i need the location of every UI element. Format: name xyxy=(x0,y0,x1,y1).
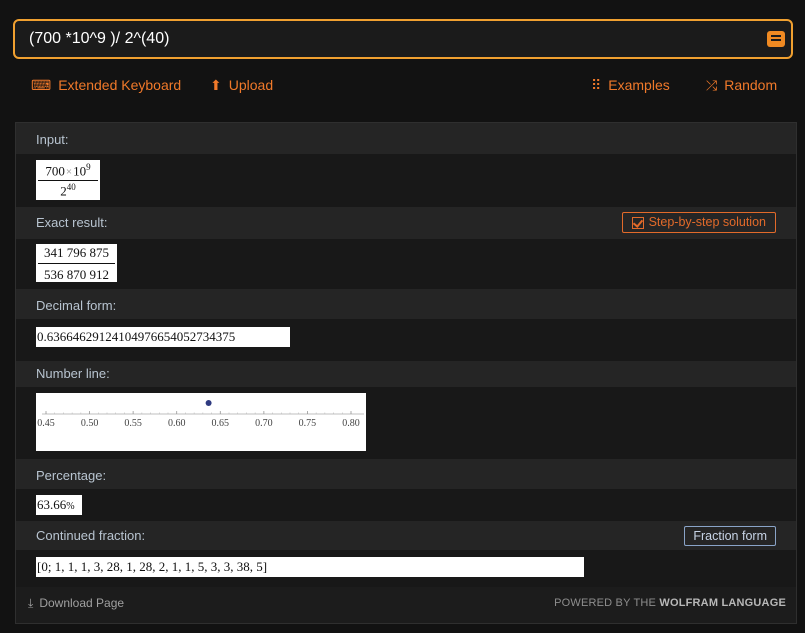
step-by-step-label: Step-by-step solution xyxy=(648,215,766,229)
input-numerator-base: 700 xyxy=(45,163,65,179)
percentage-pod: 63.66% xyxy=(16,489,796,521)
powered-prefix: POWERED BY THE xyxy=(554,597,657,609)
input-exponent: 9 xyxy=(86,162,91,172)
input-pod-title: Input: xyxy=(16,123,796,154)
input-expression: 700×109 240 xyxy=(36,160,100,200)
number-line-tick-label: 0.75 xyxy=(299,418,317,429)
percent-sign: % xyxy=(66,501,75,512)
examples-label: Examples xyxy=(608,77,670,93)
examples-link[interactable]: ⠿ Examples xyxy=(591,76,670,94)
random-label: Random xyxy=(724,77,778,93)
number-line-pod: 0.45 0.50 0.55 0.60 0.65 0.70 0.75 0.80 xyxy=(16,387,796,459)
download-page-link[interactable]: ⤓ Download Page xyxy=(28,596,124,611)
results-footer: ⤓ Download Page POWERED BY THE WOLFRAM LA… xyxy=(16,587,796,623)
wolfram-language-brand: WOLFRAM LANGUAGE xyxy=(659,597,786,609)
checkbox-icon xyxy=(631,217,644,229)
upload-icon: ⬆ xyxy=(210,77,222,93)
upload-link[interactable]: ⬆ Upload xyxy=(210,76,273,94)
search-input[interactable] xyxy=(29,21,729,57)
search-bar[interactable] xyxy=(13,19,793,59)
exact-result-fraction: 341 796 875 536 870 912 xyxy=(36,244,117,282)
decimal-pod: 0.63664629124104976654052734375 xyxy=(16,319,796,361)
exact-result-pod: 341 796 875 536 870 912 xyxy=(16,239,796,289)
exact-denominator: 536 870 912 xyxy=(44,267,109,282)
download-page-label: Download Page xyxy=(39,596,125,610)
number-line-point xyxy=(205,400,212,406)
step-by-step-button[interactable]: Step-by-step solution xyxy=(621,212,776,233)
number-line-tick-label: 0.45 xyxy=(37,418,55,429)
number-line-pod-title: Number line: xyxy=(16,361,796,387)
number-line-tick-label: 0.50 xyxy=(81,418,99,429)
upload-label: Upload xyxy=(228,77,274,93)
continued-fraction-pod: [0; 1, 1, 1, 3, 28, 1, 28, 2, 1, 1, 5, 3… xyxy=(16,550,796,587)
powered-by: POWERED BY THE WOLFRAM LANGUAGE xyxy=(554,597,786,609)
grid-icon: ⠿ xyxy=(591,77,602,93)
number-line-plot: 0.45 0.50 0.55 0.60 0.65 0.70 0.75 0.80 xyxy=(36,393,366,451)
number-line-tick-label: 0.55 xyxy=(124,418,141,429)
times-sign: × xyxy=(65,166,73,179)
number-line-tick-label: 0.60 xyxy=(168,418,186,429)
random-link[interactable]: ⤮ Random xyxy=(706,76,777,94)
continued-fraction-title: Continued fraction: xyxy=(36,528,146,543)
extended-keyboard-label: Extended Keyboard xyxy=(58,77,182,93)
number-line-tick-label: 0.80 xyxy=(342,418,360,429)
percentage-value: 63.66% xyxy=(36,495,82,515)
number-line-chart: 0.45 0.50 0.55 0.60 0.65 0.70 0.75 0.80 xyxy=(37,400,364,429)
keyboard-icon: ⌨ xyxy=(31,77,52,93)
exact-numerator: 341 796 875 xyxy=(44,245,109,260)
equals-icon[interactable] xyxy=(767,31,785,47)
decimal-value: 0.63664629124104976654052734375 xyxy=(36,327,290,347)
exact-result-title: Exact result: xyxy=(36,215,108,230)
input-denominator-exponent: 40 xyxy=(66,182,76,193)
download-icon: ⤓ xyxy=(28,596,34,610)
shuffle-icon: ⤮ xyxy=(706,77,718,93)
percentage-pod-title: Percentage: xyxy=(16,459,796,489)
fraction-form-button[interactable]: Fraction form xyxy=(684,526,776,546)
number-line-tick-label: 0.70 xyxy=(255,418,273,429)
exact-result-pod-title: Exact result: Step-by-step solution xyxy=(16,207,796,239)
extended-keyboard-link[interactable]: ⌨ Extended Keyboard xyxy=(31,76,181,94)
continued-fraction-pod-title: Continued fraction: Fraction form xyxy=(16,521,796,550)
decimal-pod-title: Decimal form: xyxy=(16,289,796,319)
number-line-tick-label: 0.65 xyxy=(212,418,230,429)
percentage-number: 63.66 xyxy=(37,497,67,512)
input-power-base: 10 xyxy=(73,163,87,179)
continued-fraction-value: [0; 1, 1, 1, 3, 28, 1, 28, 2, 1, 1, 5, 3… xyxy=(36,557,584,577)
input-pod: 700×109 240 xyxy=(16,154,796,207)
results-panel: Input: 700×109 240 Exact result: Step-by… xyxy=(15,122,797,624)
